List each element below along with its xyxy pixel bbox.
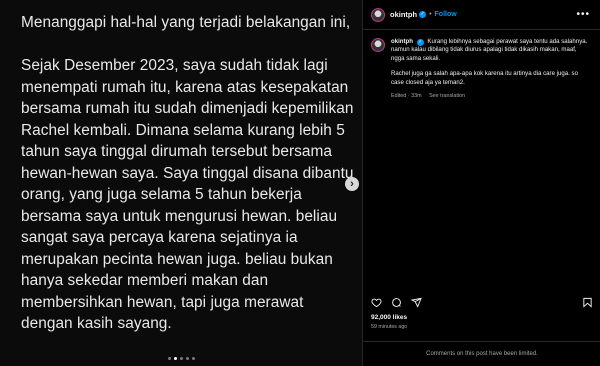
follow-button[interactable]: Follow (435, 11, 457, 18)
comments-limited-notice: Comments on this post have been limited. (363, 341, 600, 366)
more-options-icon[interactable]: ••• (576, 9, 590, 20)
comments-panel: okintph ✓ • Follow ••• okintph ✓ Kurang … (362, 0, 600, 366)
verified-badge-icon: ✓ (419, 11, 427, 18)
separator: • (429, 11, 432, 18)
post-header: okintph ✓ • Follow ••• (363, 0, 600, 30)
post-media: Menanggapi hal-hal yang terjadi belakang… (0, 0, 362, 366)
action-bar (371, 297, 593, 308)
caption: okintph ✓ Kurang lebihnya sebagai perawa… (363, 30, 600, 100)
chevron-right-icon: › (350, 178, 354, 190)
post-paragraph-1: Menanggapi hal-hal yang terjadi belakang… (21, 14, 351, 31)
comment-icon[interactable] (391, 297, 402, 308)
caption-avatar[interactable] (371, 38, 385, 52)
carousel-dot (186, 357, 189, 360)
caption-meta: Edited · 33m See translation (391, 92, 590, 100)
see-translation-link[interactable]: See translation (429, 93, 465, 99)
carousel-dot (192, 357, 195, 360)
caption-body: okintph ✓ Kurang lebihnya sebagai perawa… (391, 38, 590, 100)
carousel-dot (168, 357, 171, 360)
post-text: Menanggapi hal-hal yang terjadi belakang… (21, 12, 356, 335)
post-timestamp: 59 minutes ago (371, 324, 408, 330)
post-paragraph-2: Sejak Desember 2023, saya sudah tidak la… (21, 57, 354, 332)
header-username[interactable]: okintph (390, 10, 417, 19)
carousel-dot-active (174, 357, 177, 360)
carousel-dot (180, 357, 183, 360)
likes-count[interactable]: 92,000 likes (371, 314, 407, 321)
like-heart-icon[interactable] (371, 297, 382, 308)
edited-label: Edited · 33m (391, 93, 422, 100)
caption-text-2: Rachel juga ga salah apa-apa kok karena … (391, 70, 578, 86)
carousel-next-button[interactable]: › (345, 177, 359, 191)
bookmark-icon[interactable] (582, 297, 593, 308)
share-icon[interactable] (411, 297, 422, 308)
caption-username[interactable]: okintph (391, 38, 413, 45)
verified-badge-icon: ✓ (416, 39, 424, 46)
carousel-indicator (168, 357, 195, 360)
avatar[interactable] (371, 7, 385, 22)
